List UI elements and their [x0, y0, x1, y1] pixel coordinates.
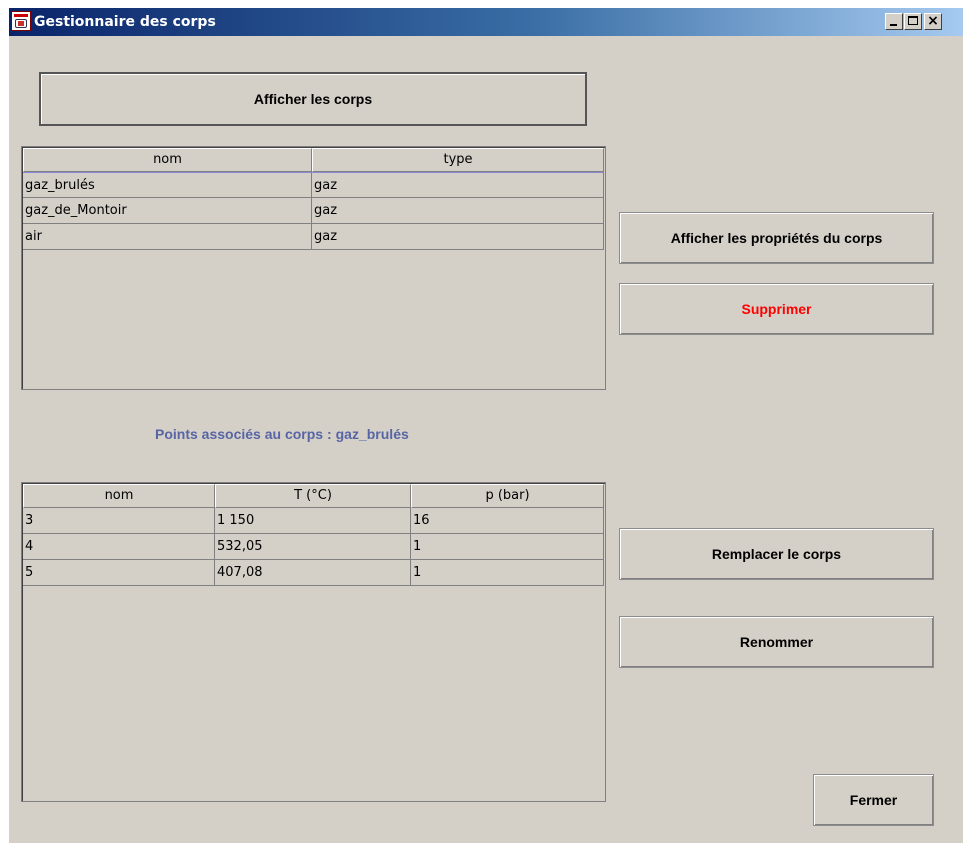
points-table: nom T (°C) p (bar) 3 1 150 16 4 532,05 1… — [21, 482, 606, 802]
cell-pressure: 1 — [411, 534, 604, 560]
close-window-button[interactable]: × — [924, 13, 942, 30]
show-properties-button[interactable]: Afficher les propriétés du corps — [619, 212, 934, 264]
column-header-nom[interactable]: nom — [23, 148, 312, 172]
cell-nom: 5 — [23, 560, 215, 586]
show-bodies-button[interactable]: Afficher les corps — [39, 72, 587, 126]
associated-body-name: gaz_brulés — [335, 426, 409, 442]
column-header-nom[interactable]: nom — [23, 484, 215, 508]
cell-temperature: 532,05 — [215, 534, 411, 560]
replace-body-button[interactable]: Remplacer le corps — [619, 528, 934, 580]
app-icon — [11, 11, 31, 31]
close-icon: × — [927, 13, 939, 29]
bodies-table: nom type gaz_brulés gaz gaz_de_Montoir g… — [21, 146, 606, 390]
column-header-type[interactable]: type — [312, 148, 604, 172]
associated-points-label: Points associés au corps : gaz_brulés — [155, 426, 409, 442]
column-header-temperature[interactable]: T (°C) — [215, 484, 411, 508]
delete-button[interactable]: Supprimer — [619, 283, 934, 335]
cell-nom: air — [23, 224, 312, 250]
minimize-button[interactable] — [885, 13, 903, 30]
close-dialog-button[interactable]: Fermer — [813, 774, 934, 826]
minimize-icon — [890, 24, 897, 26]
maximize-button[interactable] — [904, 13, 922, 30]
cell-temperature: 1 150 — [215, 508, 411, 534]
cell-temperature: 407,08 — [215, 560, 411, 586]
cell-pressure: 1 — [411, 560, 604, 586]
cell-nom: 3 — [23, 508, 215, 534]
title-bar[interactable]: Gestionnaire des corps × — [9, 8, 963, 36]
cell-type: gaz — [312, 198, 604, 224]
cell-nom: gaz_brulés — [23, 172, 312, 198]
window-title: Gestionnaire des corps — [34, 14, 216, 30]
cell-type: gaz — [312, 172, 604, 198]
maximize-icon — [908, 16, 918, 25]
dialog-window: Gestionnaire des corps × Afficher les co… — [8, 8, 963, 843]
cell-nom: gaz_de_Montoir — [23, 198, 312, 224]
cell-type: gaz — [312, 224, 604, 250]
cell-nom: 4 — [23, 534, 215, 560]
associated-points-text: Points associés au corps : — [155, 426, 332, 442]
column-header-pressure[interactable]: p (bar) — [411, 484, 604, 508]
rename-button[interactable]: Renommer — [619, 616, 934, 668]
cell-pressure: 16 — [411, 508, 604, 534]
